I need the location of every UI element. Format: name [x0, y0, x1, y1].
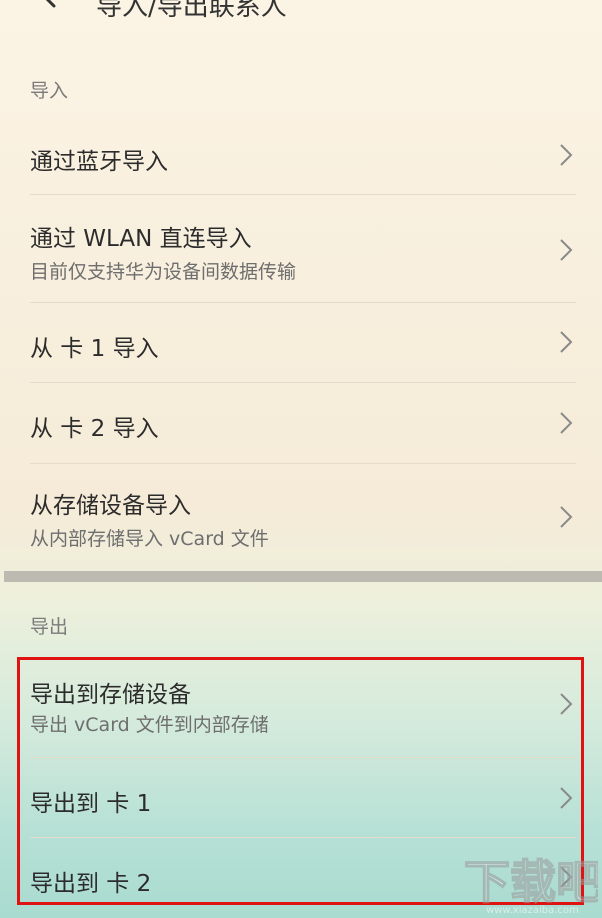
section-separator [4, 571, 602, 582]
item-title: 从 卡 2 导入 [30, 416, 159, 442]
back-arrow-icon[interactable] [30, 0, 70, 14]
item-subtitle: 从内部存储导入 vCard 文件 [30, 528, 269, 550]
chevron-right-icon [560, 239, 573, 261]
import-section-header: 导入 [30, 80, 69, 102]
chevron-right-icon [560, 412, 573, 434]
watermark-url: www.xiazaiba.com [486, 905, 579, 916]
import-wlan-direct-item[interactable]: 通过 WLAN 直连导入 目前仅支持华为设备间数据传输 [0, 195, 602, 302]
item-title: 通过蓝牙导入 [30, 149, 168, 175]
import-card2-item[interactable]: 从 卡 2 导入 [0, 383, 602, 463]
item-title: 从 卡 1 导入 [30, 336, 159, 362]
item-subtitle: 目前仅支持华为设备间数据传输 [30, 261, 297, 283]
app-bar: 导入/导出联系人 [0, 0, 602, 30]
import-bluetooth-item[interactable]: 通过蓝牙导入 [0, 118, 602, 194]
chevron-right-icon [560, 506, 573, 528]
page-title: 导入/导出联系人 [96, 0, 287, 22]
item-title: 通过 WLAN 直连导入 [30, 226, 252, 252]
chevron-right-icon [560, 331, 573, 353]
watermark-text: 下载吧 [464, 855, 598, 909]
import-card1-item[interactable]: 从 卡 1 导入 [0, 303, 602, 382]
item-title: 从存储设备导入 [30, 493, 191, 519]
chevron-right-icon [560, 144, 573, 166]
import-storage-item[interactable]: 从存储设备导入 从内部存储导入 vCard 文件 [0, 464, 602, 571]
watermark-logo: 下载吧 www.xiazaiba.com [463, 854, 598, 916]
export-section-header: 导出 [30, 616, 69, 638]
